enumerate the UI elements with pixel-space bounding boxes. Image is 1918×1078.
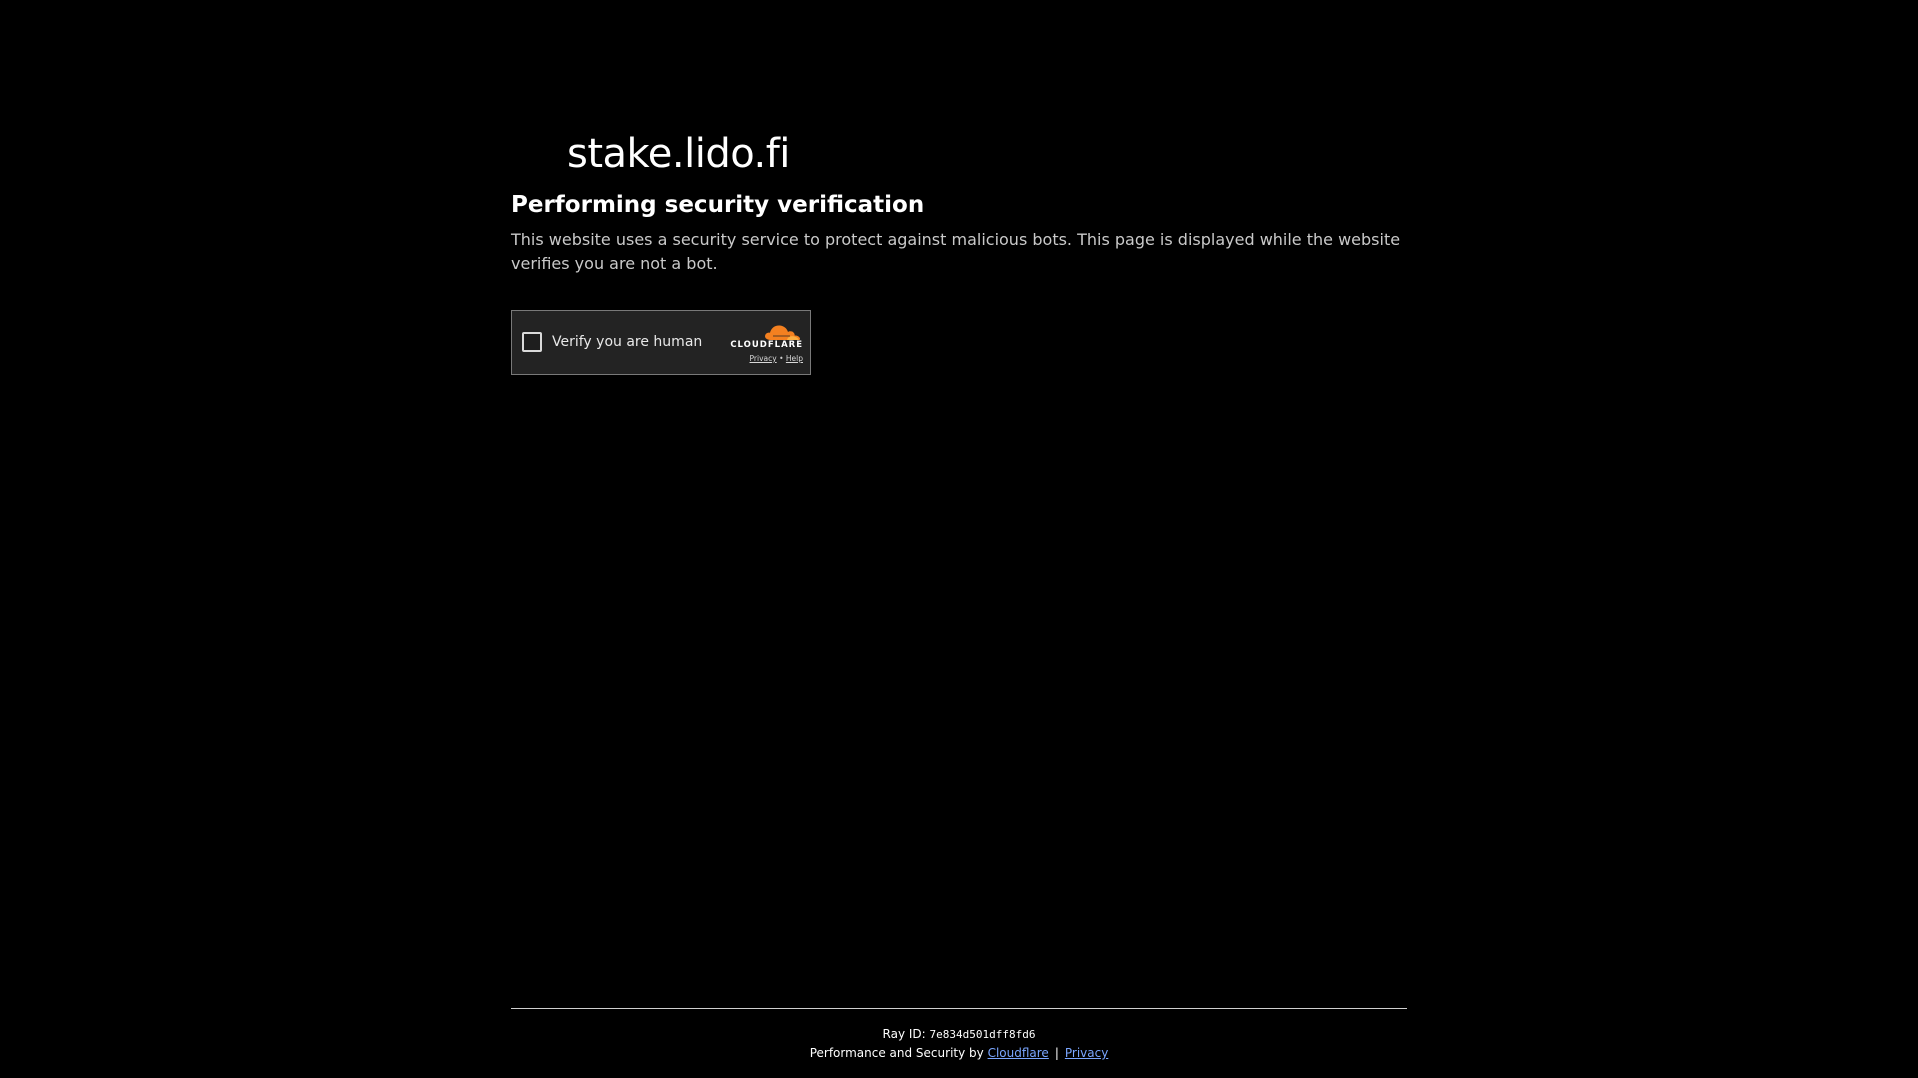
turnstile-widget: Verify you are human CLOUDFLARE Privacy …	[511, 310, 811, 375]
widget-privacy-link[interactable]: Privacy	[750, 354, 777, 363]
ray-id-label: Ray ID:	[882, 1027, 930, 1041]
widget-link-separator: •	[779, 354, 784, 363]
footer-privacy-link[interactable]: Privacy	[1065, 1046, 1108, 1060]
widget-help-link[interactable]: Help	[786, 354, 803, 363]
footer-separator: |	[1054, 1046, 1059, 1060]
performance-text: Performance and Security by	[809, 1046, 988, 1060]
verify-checkbox[interactable]	[522, 332, 542, 352]
verification-description: This website uses a security service to …	[511, 230, 1401, 273]
footer: Ray ID: 7e834d501dff8fd6 Performance and…	[511, 1008, 1407, 1061]
verify-checkbox-label[interactable]: Verify you are human	[552, 333, 702, 351]
cloudflare-branding: CLOUDFLARE Privacy • Help	[723, 322, 803, 363]
page: stake.lido.fi Performing security verifi…	[0, 0, 1918, 1078]
widget-links: Privacy • Help	[723, 354, 803, 363]
ray-id-line: Ray ID: 7e834d501dff8fd6	[511, 1027, 1407, 1042]
performance-line: Performance and Security by Cloudflare | P…	[511, 1046, 1407, 1061]
cloudflare-cloud-icon	[765, 325, 801, 340]
cloudflare-link[interactable]: Cloudflare	[988, 1046, 1049, 1060]
cloudflare-brand-name: CLOUDFLARE	[730, 340, 803, 350]
ray-id-value: 7e834d501dff8fd6	[929, 1028, 1036, 1041]
site-domain-title: stake.lido.fi	[567, 131, 790, 177]
main-content: stake.lido.fi Performing security verifi…	[511, 128, 1407, 375]
verification-heading: Performing security verification	[511, 192, 925, 218]
